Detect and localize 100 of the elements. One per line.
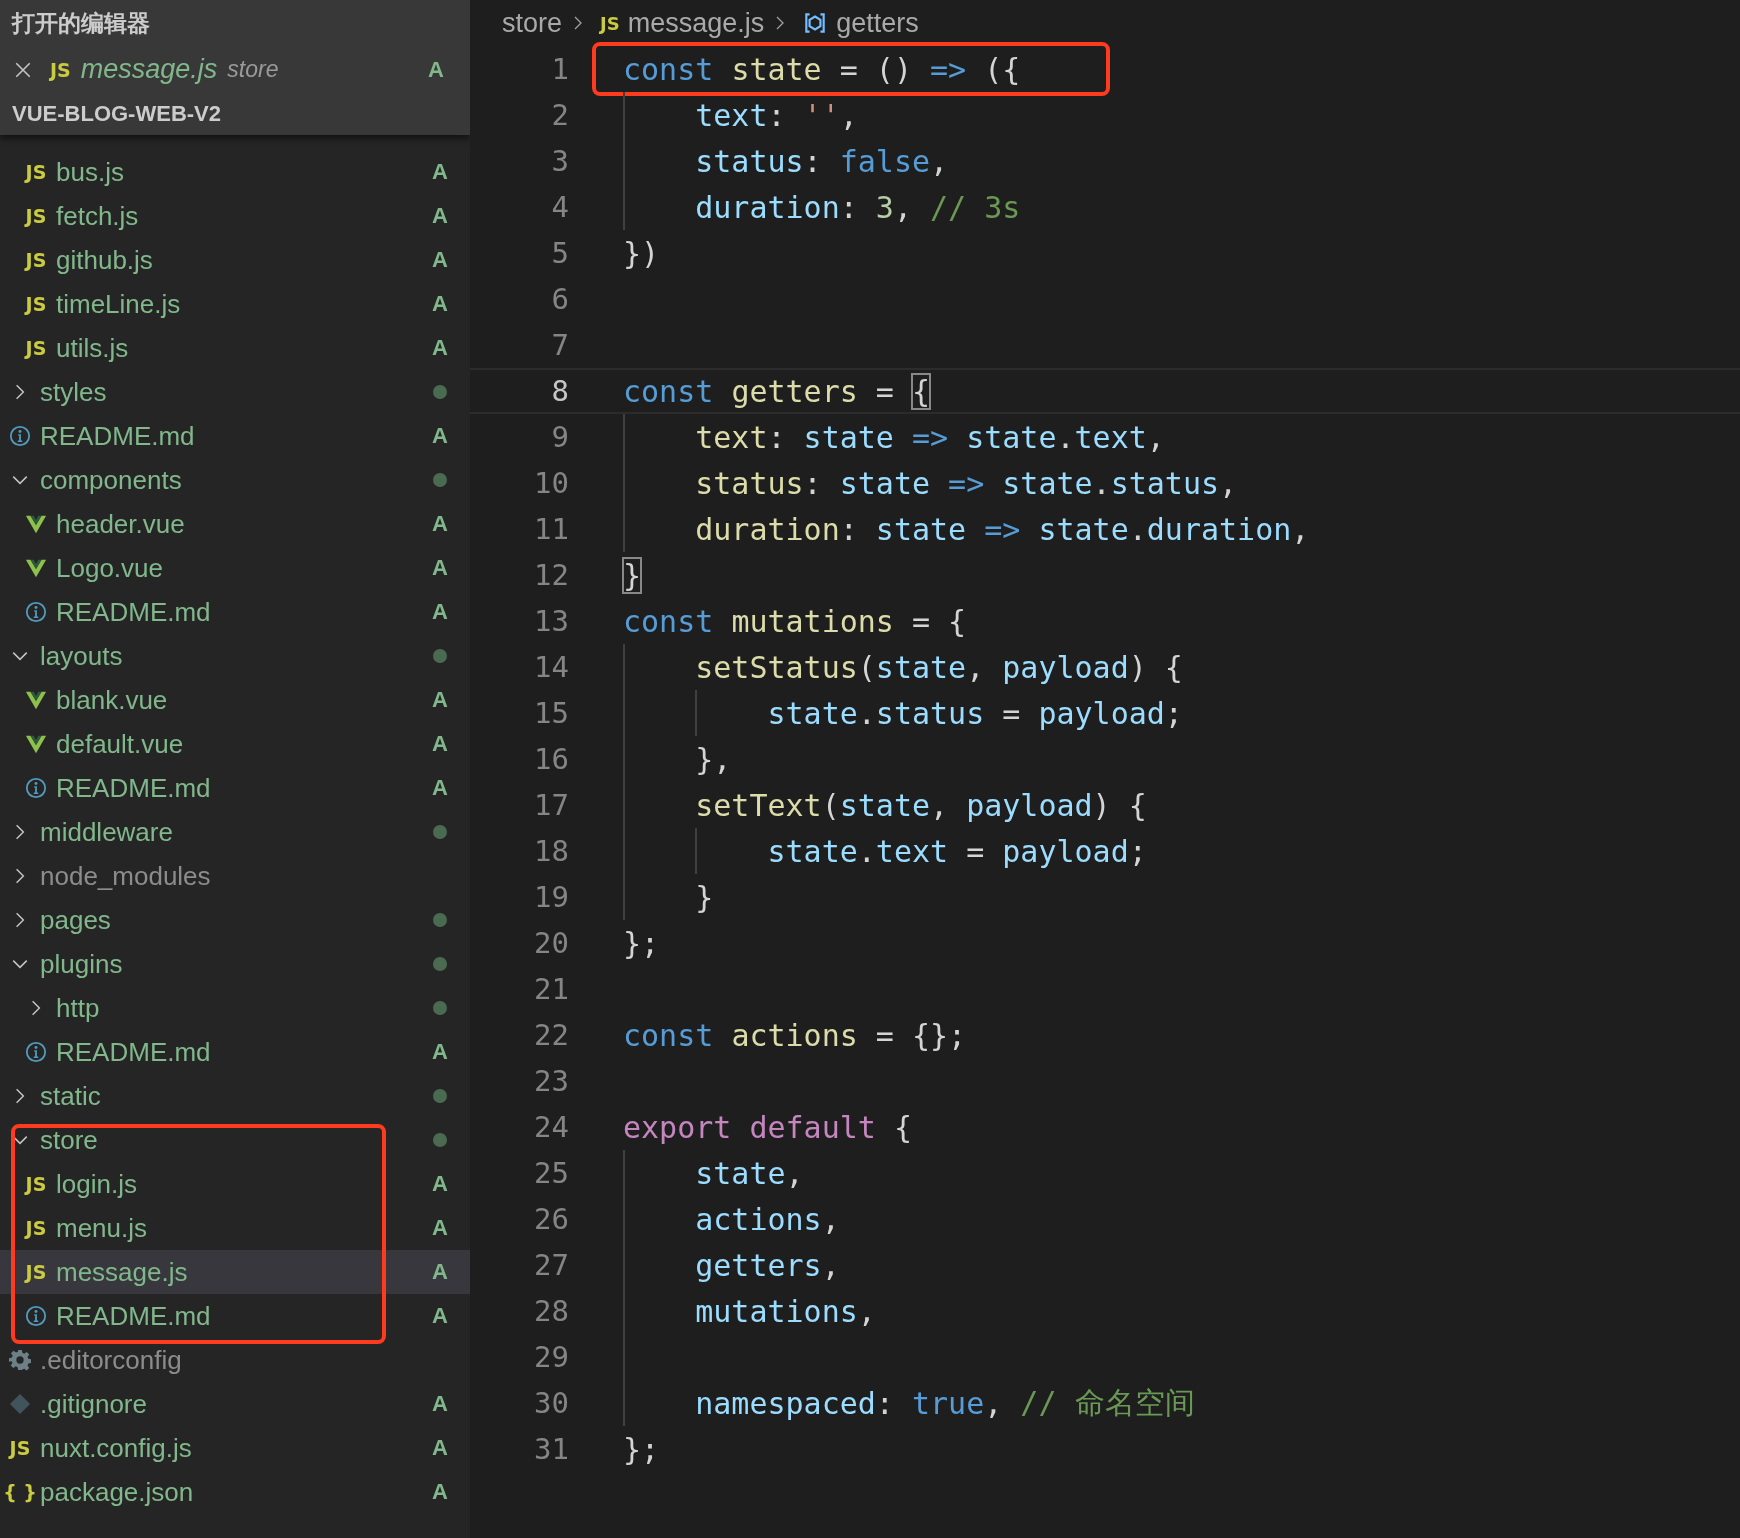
folder-item[interactable]: styles	[0, 370, 470, 414]
file-item[interactable]: .editorconfig	[0, 1338, 470, 1382]
file-item[interactable]: JS nuxt.config.js A	[0, 1426, 470, 1470]
line-number: 19	[533, 880, 569, 914]
info-icon	[25, 601, 47, 623]
file-item[interactable]: { }package.json A	[0, 1470, 470, 1514]
git-status: A	[432, 511, 448, 537]
git-status: A	[432, 687, 448, 713]
git-status: A	[432, 203, 448, 229]
js-file-icon: JS	[25, 1217, 47, 1239]
line-number: 7	[550, 328, 569, 362]
code-line: text: '',	[623, 92, 858, 138]
file-item[interactable]: JS github.js A	[0, 238, 470, 282]
js-file-icon: JS	[25, 1261, 47, 1283]
breadcrumb-item[interactable]: getters	[836, 7, 919, 39]
file-item[interactable]: JS utils.js A	[0, 326, 470, 370]
line-number: 3	[550, 144, 569, 178]
file-item[interactable]: .gitignore A	[0, 1382, 470, 1426]
line-number: 31	[533, 1432, 569, 1466]
git-status: A	[432, 335, 448, 361]
code-line: const actions = {};	[623, 1016, 967, 1055]
line-number: 16	[533, 742, 569, 776]
file-item[interactable]: README.md A	[0, 414, 470, 458]
file-item[interactable]: header.vue A	[0, 502, 470, 546]
open-editor-item[interactable]: JS message.js store A	[0, 47, 470, 92]
info-icon	[9, 425, 31, 447]
braces-icon: { }	[3, 1481, 37, 1503]
vue-icon	[25, 557, 47, 579]
file-item[interactable]: JS message.js A	[0, 1250, 470, 1294]
code-line: status: state => state.status,	[623, 460, 1238, 506]
folder-item[interactable]: http	[0, 986, 470, 1030]
line-number: 17	[533, 788, 569, 822]
file-item[interactable]: JS menu.js A	[0, 1206, 470, 1250]
line-number: 10	[533, 466, 569, 500]
js-file-icon: JS	[25, 205, 47, 227]
project-header[interactable]: VUE-BLOG-WEB-V2	[0, 92, 470, 135]
file-item[interactable]: blank.vue A	[0, 678, 470, 722]
code-line: const state = () => ({	[623, 50, 1021, 89]
git-status: A	[432, 1479, 448, 1505]
code-line: setText(state, payload) {	[623, 782, 1147, 828]
file-item[interactable]: README.md A	[0, 1030, 470, 1074]
line-number: 13	[533, 604, 569, 638]
code-line: }	[623, 556, 642, 595]
line-number: 22	[533, 1018, 569, 1052]
breadcrumb-item[interactable]: store	[502, 7, 563, 39]
folder-item[interactable]: store	[0, 1118, 470, 1162]
js-file-icon: JS	[9, 1437, 31, 1459]
git-status: A	[432, 1215, 448, 1241]
code-line: duration: state => state.duration,	[623, 506, 1310, 552]
folder-item[interactable]: node_modules	[0, 854, 470, 898]
folder-item[interactable]: middleware	[0, 810, 470, 854]
code-line: };	[623, 1430, 660, 1469]
code-line: state.text = payload;	[623, 828, 1147, 874]
line-number: 24	[533, 1110, 569, 1144]
folder-item[interactable]: static	[0, 1074, 470, 1118]
indent-guide	[623, 1334, 625, 1380]
diamond-icon	[9, 1393, 31, 1415]
file-item[interactable]: Logo.vue A	[0, 546, 470, 590]
js-file-icon: JS	[25, 249, 47, 271]
code-line: namespaced: true, // 命名空间	[623, 1380, 1195, 1426]
close-icon[interactable]	[14, 60, 32, 79]
js-file-icon: JS	[25, 337, 47, 359]
file-item[interactable]: README.md A	[0, 590, 470, 634]
js-file-icon: JS	[50, 58, 71, 81]
file-item[interactable]: README.md A	[0, 766, 470, 810]
folder-item[interactable]: pages	[0, 898, 470, 942]
info-icon	[25, 777, 47, 799]
line-number: 6	[550, 282, 569, 316]
file-item[interactable]: README.md A	[0, 1294, 470, 1338]
file-item[interactable]: JS login.js A	[0, 1162, 470, 1206]
line-number: 15	[533, 696, 569, 730]
line-number: 28	[533, 1294, 569, 1328]
code-line: actions,	[623, 1196, 840, 1242]
code-line: state.status = payload;	[623, 690, 1183, 736]
git-status: A	[432, 555, 448, 581]
git-status: A	[432, 159, 448, 185]
code-line: state,	[623, 1150, 804, 1196]
section-header[interactable]: 打开的编辑器	[0, 0, 470, 47]
line-number: 5	[550, 236, 569, 270]
folder-item[interactable]: plugins	[0, 942, 470, 986]
code-line: setStatus(state, payload) {	[623, 644, 1183, 690]
vue-icon	[25, 689, 47, 711]
code-line: };	[623, 924, 660, 963]
js-file-icon: JS	[600, 12, 620, 34]
line-number: 14	[533, 650, 569, 684]
folder-item[interactable]: layouts	[0, 634, 470, 678]
line-number: 18	[533, 834, 569, 868]
line-number: 23	[533, 1064, 569, 1098]
file-item[interactable]: default.vue A	[0, 722, 470, 766]
git-status: A	[432, 731, 448, 757]
breadcrumb-item[interactable]: message.js	[627, 7, 765, 39]
file-item[interactable]: JS fetch.js A	[0, 194, 470, 238]
git-status: A	[432, 1039, 448, 1065]
file-item[interactable]: JS bus.js A	[0, 150, 470, 194]
line-number: 20	[533, 926, 569, 960]
git-status: A	[432, 1171, 448, 1197]
file-item[interactable]: JS timeLine.js A	[0, 282, 470, 326]
folder-item[interactable]: components	[0, 458, 470, 502]
code-line: }	[623, 874, 714, 920]
vue-icon	[25, 733, 47, 755]
